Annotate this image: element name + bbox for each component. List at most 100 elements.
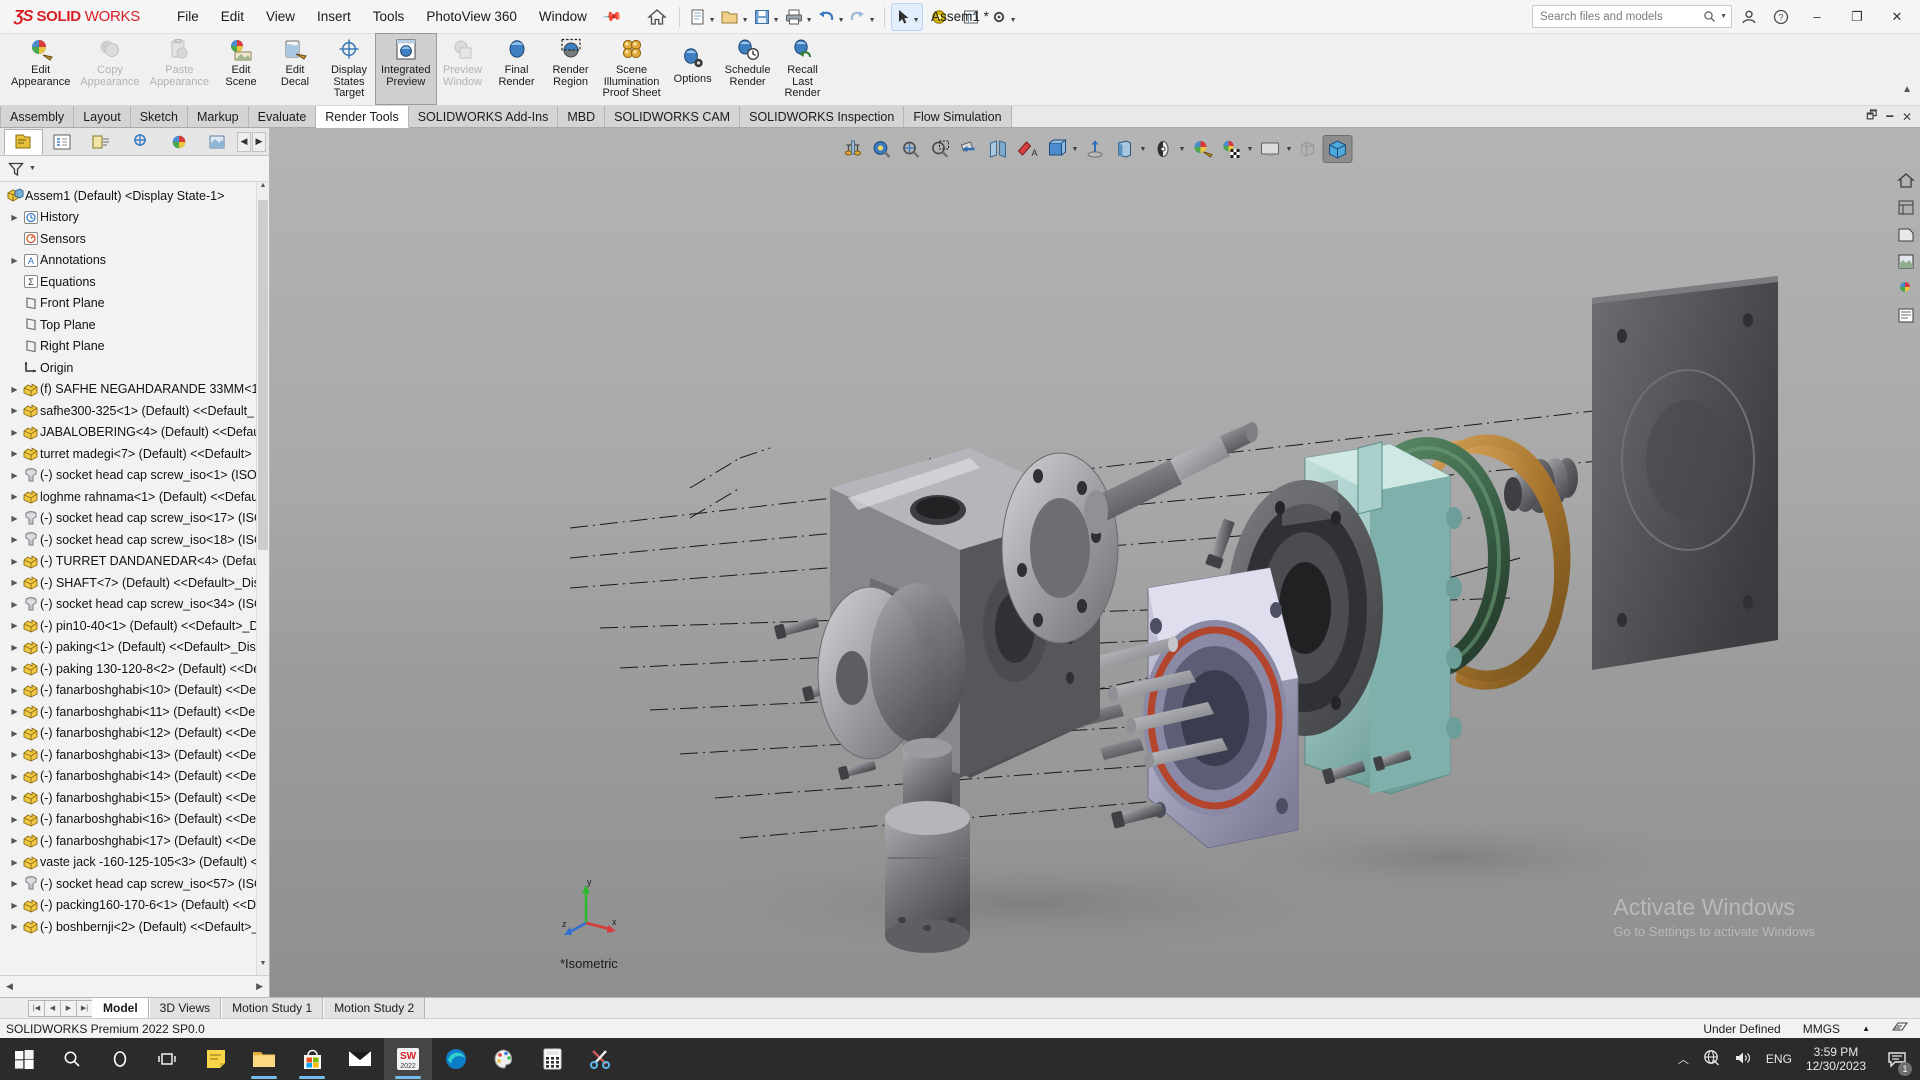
save-icon[interactable]: ▼ <box>751 4 781 30</box>
solidworks-button[interactable]: SW 2022 <box>384 1038 432 1080</box>
expand-arrow-icon[interactable]: ▶ <box>8 492 21 501</box>
hide-all-types-icon[interactable] <box>1295 136 1323 162</box>
tab-solidworks-cam[interactable]: SOLIDWORKS CAM <box>605 106 741 127</box>
chevron-right-icon[interactable]: ▶ <box>252 131 266 152</box>
tree-item[interactable]: ▶ (f) SAFHE NEGAHDARANDE 33MM<1> <box>0 379 269 401</box>
ribbon-final-render[interactable]: Final Render <box>490 34 544 104</box>
tree-item[interactable]: ▶ (-) socket head cap screw_iso<1> (ISO 4 <box>0 465 269 487</box>
file-explorer-button[interactable] <box>240 1038 288 1080</box>
undo-icon[interactable]: ▼ <box>815 4 845 30</box>
restore-window-icon[interactable]: 🗗 <box>1866 106 1877 127</box>
prev-tab-icon[interactable]: ◀ <box>44 999 61 1017</box>
home-icon[interactable] <box>642 4 672 30</box>
chevron-down-icon[interactable]: ▼ <box>1178 146 1187 153</box>
new-document-icon[interactable]: ▼ <box>687 4 717 30</box>
tree-item[interactable]: ▶ (-) socket head cap screw_iso<57> (ISO <box>0 873 269 895</box>
chevron-down-icon[interactable]: ▼ <box>29 165 36 172</box>
render-manager-icon[interactable] <box>198 129 237 155</box>
dimxpert-manager-icon[interactable] <box>120 129 159 155</box>
scenes-tab-icon[interactable] <box>1894 276 1918 300</box>
expand-arrow-icon[interactable]: ▶ <box>8 707 21 716</box>
tree-item[interactable]: ▶ (-) pin10-40<1> (Default) <<Default>_D <box>0 615 269 637</box>
tree-item[interactable]: Σ Equations <box>0 271 269 293</box>
snipping-tool-button[interactable] <box>576 1038 624 1080</box>
expand-arrow-icon[interactable]: ▶ <box>8 836 21 845</box>
expand-arrow-icon[interactable]: ▶ <box>8 858 21 867</box>
chevron-up-icon[interactable]: ▲ <box>1902 84 1912 95</box>
menu-view[interactable]: View <box>255 5 306 28</box>
expand-arrow-icon[interactable]: ▶ <box>8 793 21 802</box>
ribbon-copy-appearance[interactable]: Copy Appearance <box>75 34 144 104</box>
expand-arrow-icon[interactable]: ▶ <box>8 600 21 609</box>
tree-item[interactable]: Right Plane <box>0 336 269 358</box>
ribbon-scene-illumination-proof-sheet[interactable]: Scene Illumination Proof Sheet <box>598 34 666 104</box>
expand-arrow-icon[interactable]: ▶ <box>8 213 21 222</box>
tab-solidworks-add-ins[interactable]: SOLIDWORKS Add-Ins <box>408 106 559 127</box>
display-manager-icon[interactable] <box>159 129 198 155</box>
tab-solidworks-inspection[interactable]: SOLIDWORKS Inspection <box>740 106 905 127</box>
select-arrow-icon[interactable]: ▼ <box>891 2 924 31</box>
section-properties-icon[interactable] <box>956 4 986 30</box>
appearance-paint-icon[interactable]: A <box>1013 136 1041 162</box>
scroll-down-icon[interactable]: ▼ <box>257 960 269 975</box>
sticky-notes-button[interactable] <box>192 1038 240 1080</box>
section-view-icon[interactable] <box>955 136 983 162</box>
expand-arrow-icon[interactable]: ▶ <box>8 643 21 652</box>
tree-item[interactable]: ▶ (-) fanarboshghabi<14> (Default) <<De <box>0 766 269 788</box>
view-settings-icon[interactable] <box>1188 136 1216 162</box>
saved-views-icon[interactable] <box>1894 195 1918 219</box>
tree-item[interactable]: ▶ (-) socket head cap screw_iso<17> (ISO <box>0 508 269 530</box>
tree-item[interactable]: ▶ turret madegi<7> (Default) <<Default> <box>0 443 269 465</box>
tree-item[interactable]: ▶ (-) TURRET DANDANEDAR<4> (Default) <box>0 551 269 573</box>
tree-item[interactable]: ▶ (-) fanarboshghabi<10> (Default) <<De <box>0 680 269 702</box>
tree-item[interactable]: ▶ (-) fanarboshghabi<15> (Default) <<De <box>0 787 269 809</box>
tab-evaluate[interactable]: Evaluate <box>248 106 317 127</box>
expand-arrow-icon[interactable]: ▶ <box>8 471 21 480</box>
zoom-to-area-icon[interactable] <box>868 136 896 162</box>
hide-show-icon[interactable] <box>1081 136 1109 162</box>
configuration-manager-icon[interactable] <box>82 129 121 155</box>
expand-arrow-icon[interactable]: ▶ <box>8 256 21 265</box>
tree-item[interactable]: ▶ A Annotations <box>0 250 269 272</box>
scroll-up-icon[interactable]: ▲ <box>257 182 269 197</box>
search-button[interactable] <box>48 1038 96 1080</box>
clock[interactable]: 3:59 PM 12/30/2023 <box>1806 1045 1866 1073</box>
view-orientation-icon[interactable] <box>984 136 1012 162</box>
microsoft-store-button[interactable] <box>288 1038 336 1080</box>
expand-arrow-icon[interactable]: ▶ <box>8 535 21 544</box>
print-icon[interactable]: ▼ <box>783 4 813 30</box>
expand-arrow-icon[interactable]: ▶ <box>8 750 21 759</box>
expand-arrow-icon[interactable]: ▶ <box>8 449 21 458</box>
bottom-tab-model[interactable]: Model <box>92 998 149 1018</box>
redo-icon[interactable]: ▼ <box>847 4 877 30</box>
speaker-icon[interactable] <box>1734 1050 1752 1069</box>
ribbon-recall-last-render[interactable]: Recall Last Render <box>776 34 830 104</box>
tab-layout[interactable]: Layout <box>74 106 131 127</box>
view-home-icon[interactable] <box>1894 168 1918 192</box>
display-style-icon[interactable] <box>1042 136 1070 162</box>
minimize-button[interactable]: – <box>1798 1 1836 33</box>
tree-item[interactable]: ▶ (-) fanarboshghabi<13> (Default) <<De <box>0 744 269 766</box>
expand-arrow-icon[interactable]: ▶ <box>8 772 21 781</box>
ribbon-schedule-render[interactable]: Schedule Render <box>720 34 776 104</box>
chevron-down-icon[interactable]: ▼ <box>1139 146 1148 153</box>
chevron-up-icon[interactable]: ▲ <box>1862 1024 1870 1033</box>
help-icon[interactable]: ? <box>1766 4 1796 30</box>
appearances-tab-icon[interactable] <box>1894 249 1918 273</box>
tree-item[interactable]: ▶ (-) packing160-170-6<1> (Default) <<D <box>0 895 269 917</box>
ribbon-options[interactable]: Options <box>666 34 720 104</box>
cortana-button[interactable] <box>96 1038 144 1080</box>
tree-root-item[interactable]: Assem1 (Default) <Display State-1> <box>0 185 269 207</box>
bottom-tab-motion-study-2[interactable]: Motion Study 2 <box>323 998 426 1018</box>
tree-item[interactable]: Front Plane <box>0 293 269 315</box>
search-input[interactable]: Search files and models ▼ <box>1532 5 1732 28</box>
expand-arrow-icon[interactable]: ▶ <box>8 729 21 738</box>
menu-photoview-360[interactable]: PhotoView 360 <box>415 5 528 28</box>
chevron-right-icon[interactable]: ▶ <box>256 981 263 992</box>
tab-sketch[interactable]: Sketch <box>130 106 188 127</box>
ribbon-integrated-preview[interactable]: Integrated Preview <box>374 33 437 105</box>
edge-button[interactable] <box>432 1038 480 1080</box>
tab-assembly[interactable]: Assembly <box>0 106 75 127</box>
open-document-icon[interactable]: ▼ <box>719 4 749 30</box>
ribbon-paste-appearance[interactable]: Paste Appearance <box>145 34 214 104</box>
